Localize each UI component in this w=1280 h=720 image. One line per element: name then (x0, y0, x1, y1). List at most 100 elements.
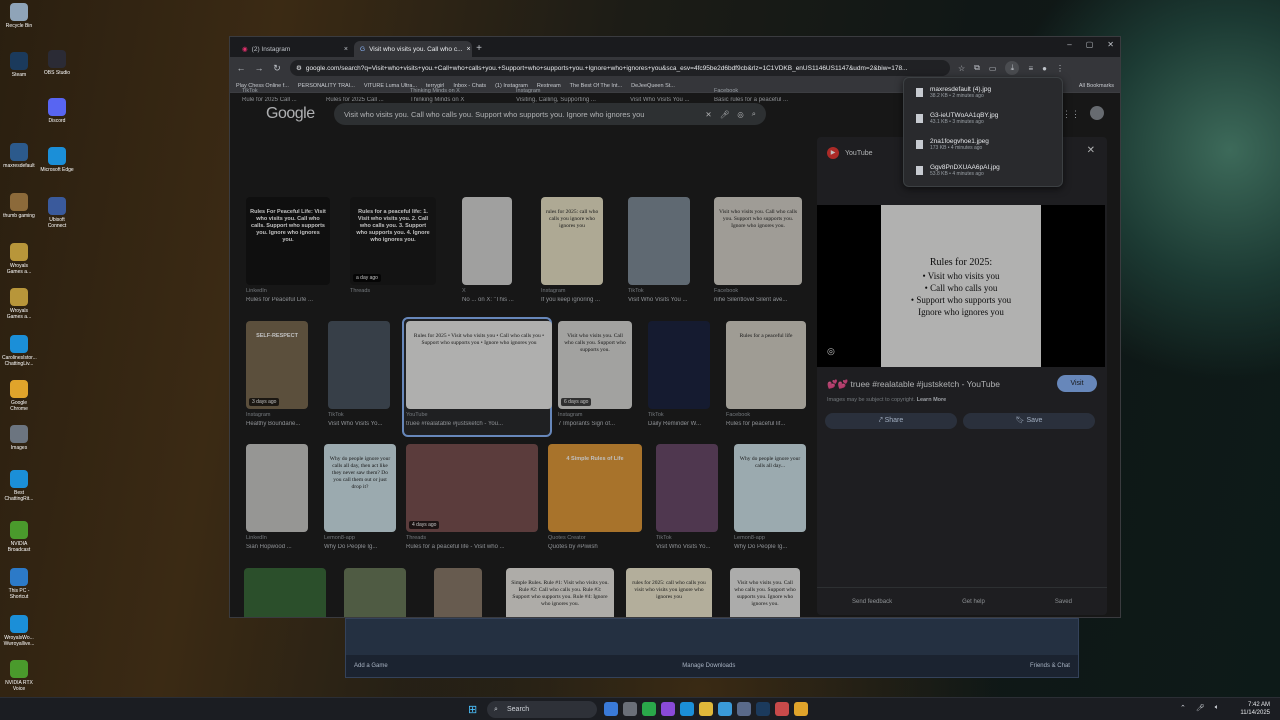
result-caption[interactable]: nihe Silentlovel Silent ave... (714, 297, 814, 303)
add-game-button[interactable]: Add a Game (354, 663, 388, 669)
result-source[interactable]: LinkedIn (246, 288, 356, 294)
bookmark-star-icon[interactable]: ☆ (958, 64, 965, 73)
result-source[interactable]: Facebook (714, 88, 824, 94)
desktop-icon[interactable]: Microsoft Edge (40, 147, 74, 173)
panel-source[interactable]: ▶ YouTube (827, 147, 873, 159)
image-result[interactable] (328, 321, 390, 409)
media-icon[interactable]: ≡ (1028, 64, 1033, 73)
desktop-icon[interactable]: CarolinesIstor... ChattingLiv... (2, 335, 37, 367)
mic-icon[interactable]: 🎤︎ (720, 110, 730, 119)
xbox-icon[interactable] (642, 702, 656, 716)
desktop-icon[interactable]: Best ChattingRit... (2, 470, 36, 502)
save-button[interactable]: 🔖︎ Save (963, 413, 1095, 429)
result-caption[interactable]: Why Do People Ig... (734, 544, 834, 550)
tab-google-search[interactable]: G Visit who visits you. Call who c... × (354, 41, 472, 57)
desktop-icon[interactable]: OBS Studio (40, 50, 74, 76)
chrome-icon[interactable] (794, 702, 808, 716)
result-caption[interactable]: Visiting, Calling, Supporting ... (516, 97, 616, 103)
search-icon[interactable]: ⌕ (752, 109, 756, 119)
profile-icon[interactable]: ● (1042, 64, 1047, 73)
image-result[interactable]: 4 days ago (406, 444, 538, 532)
desktop-icon[interactable]: Wroyals Games a... (2, 288, 36, 320)
result-source[interactable]: Facebook (726, 412, 836, 418)
download-item[interactable]: maxresdefault (4).jpg 38.2 KB • 2 minutes… (916, 86, 991, 99)
google-logo[interactable]: Google (266, 105, 315, 123)
all-bookmarks-button[interactable]: All Bookmarks (1079, 83, 1114, 89)
close-window-icon[interactable]: ✕ (1107, 40, 1114, 49)
desktop-icon[interactable]: Recycle Bin (2, 3, 36, 29)
result-source[interactable]: YouTube (406, 412, 516, 418)
result-source[interactable]: Thinking Minds on X (410, 88, 520, 94)
result-caption[interactable]: Rules for peaceful lif... (726, 421, 826, 427)
result-caption[interactable]: Rules for Peaceful Life ... (246, 297, 346, 303)
download-icon[interactable]: ⤓ (1005, 61, 1020, 75)
result-caption[interactable]: Thinking Minds on X (410, 97, 510, 103)
image-result[interactable]: rules for 2025: call who calls you visit… (626, 568, 712, 617)
image-result[interactable] (434, 568, 482, 617)
taskbar-search[interactable]: ⌕ Search (487, 701, 597, 718)
download-item[interactable]: Ggv8PnDXUAA6pAI.jpg 53.8 KB • 4 minutes a… (916, 164, 1000, 177)
image-result[interactable] (628, 197, 690, 285)
speaker-icon[interactable]: 🔈︎ (1215, 704, 1219, 712)
result-caption[interactable]: Basic rules for a peaceful ... (714, 97, 814, 103)
result-caption[interactable]: If you keep ignoring ... (541, 297, 641, 303)
result-caption[interactable]: Quotes by #Piwish (548, 544, 648, 550)
desktop-icon[interactable]: Steam (2, 52, 36, 78)
desktop-icon[interactable]: Images (2, 425, 36, 451)
learn-more-link[interactable]: Learn More (917, 397, 947, 403)
clock[interactable]: 7:42 AM 11/14/2025 (1240, 701, 1270, 717)
desktop-icon[interactable]: This PC - Shortcut (2, 568, 36, 600)
extension-icon[interactable]: ⧉ (974, 63, 980, 73)
desktop-icon[interactable]: maxresdefault (2, 143, 36, 169)
lens-icon[interactable]: ◎ (737, 110, 744, 119)
new-tab-button[interactable]: + (472, 41, 486, 57)
result-source[interactable]: Lemon8-app (734, 535, 844, 541)
image-result[interactable]: Visit who visits you. Call who calls you… (730, 568, 800, 617)
preview-image[interactable]: Rules for 2025: • Visit who visits you •… (817, 205, 1105, 367)
minimize-icon[interactable]: – (1067, 40, 1071, 49)
result-source[interactable]: Threads (350, 288, 460, 294)
bookmark-item[interactable]: DeJeeQueen St... (631, 83, 675, 89)
desktop-icon[interactable]: thumb gaming (2, 193, 36, 219)
share-button[interactable]: ⤤ Share (825, 413, 957, 429)
task-view-icon[interactable] (623, 702, 637, 716)
avatar[interactable] (1090, 106, 1104, 120)
result-caption[interactable]: 7 Imporants Sign of... (558, 421, 658, 427)
result-source[interactable]: Instagram (516, 88, 626, 94)
reload-icon[interactable]: ↻ (272, 63, 282, 74)
image-result[interactable]: Rules for a peaceful life (726, 321, 806, 409)
image-result[interactable] (246, 444, 308, 532)
desktop-icon[interactable]: Google Chrome (2, 380, 36, 412)
lens-search-icon[interactable]: ◎ (827, 346, 835, 357)
result-caption[interactable]: truee #realatable #justsketch - You... (406, 421, 506, 427)
result-caption[interactable]: Rules for a peaceful life - Visit who ..… (406, 544, 506, 550)
desktop-icon[interactable]: Discord (40, 98, 74, 124)
maximize-icon[interactable]: ▢ (1086, 40, 1094, 49)
desktop-icon[interactable]: WroyalsWo... Wwroyallive... (2, 615, 36, 647)
visit-button[interactable]: Visit (1057, 375, 1097, 392)
image-result[interactable]: Why do people ignore your calls all day.… (734, 444, 806, 532)
friends-chat-button[interactable]: Friends & Chat (1030, 663, 1070, 669)
image-result[interactable]: 4 Simple Rules of Life (548, 444, 642, 532)
clear-icon[interactable]: ✕ (705, 110, 711, 119)
steam-icon[interactable] (756, 702, 770, 716)
image-result[interactable] (344, 568, 406, 617)
menu-icon[interactable]: ⋮ (1056, 64, 1064, 73)
forward-icon[interactable]: → (254, 63, 264, 73)
desktop-icon[interactable]: NVIDIA Broadcast (2, 521, 36, 553)
address-bar[interactable]: ⚙ google.com/search?q=Visit+who+visits+y… (290, 60, 950, 76)
start-icon[interactable]: ⊞ (468, 703, 477, 716)
close-icon[interactable]: × (344, 46, 348, 53)
panel-title[interactable]: 💕💕 truee #realatable #justsketch - YouTu… (827, 379, 1000, 390)
image-result[interactable]: rules for 2025: call who calls you ignor… (541, 197, 603, 285)
search-input[interactable]: Visit who visits you. Call who calls you… (344, 110, 697, 119)
mic-icon[interactable]: 🎤︎ (1196, 704, 1205, 712)
image-result[interactable]: Rules for 2025 • Visit who visits you • … (406, 321, 552, 409)
desktop-icon[interactable]: NVIDIA RTX Voice (2, 660, 36, 692)
result-source[interactable]: Facebook (714, 288, 824, 294)
result-source[interactable]: TikTok (242, 88, 352, 94)
manage-downloads-button[interactable]: Manage Downloads (682, 663, 735, 669)
store-icon[interactable] (718, 702, 732, 716)
back-icon[interactable]: ← (236, 63, 246, 73)
teams-icon[interactable] (661, 702, 675, 716)
